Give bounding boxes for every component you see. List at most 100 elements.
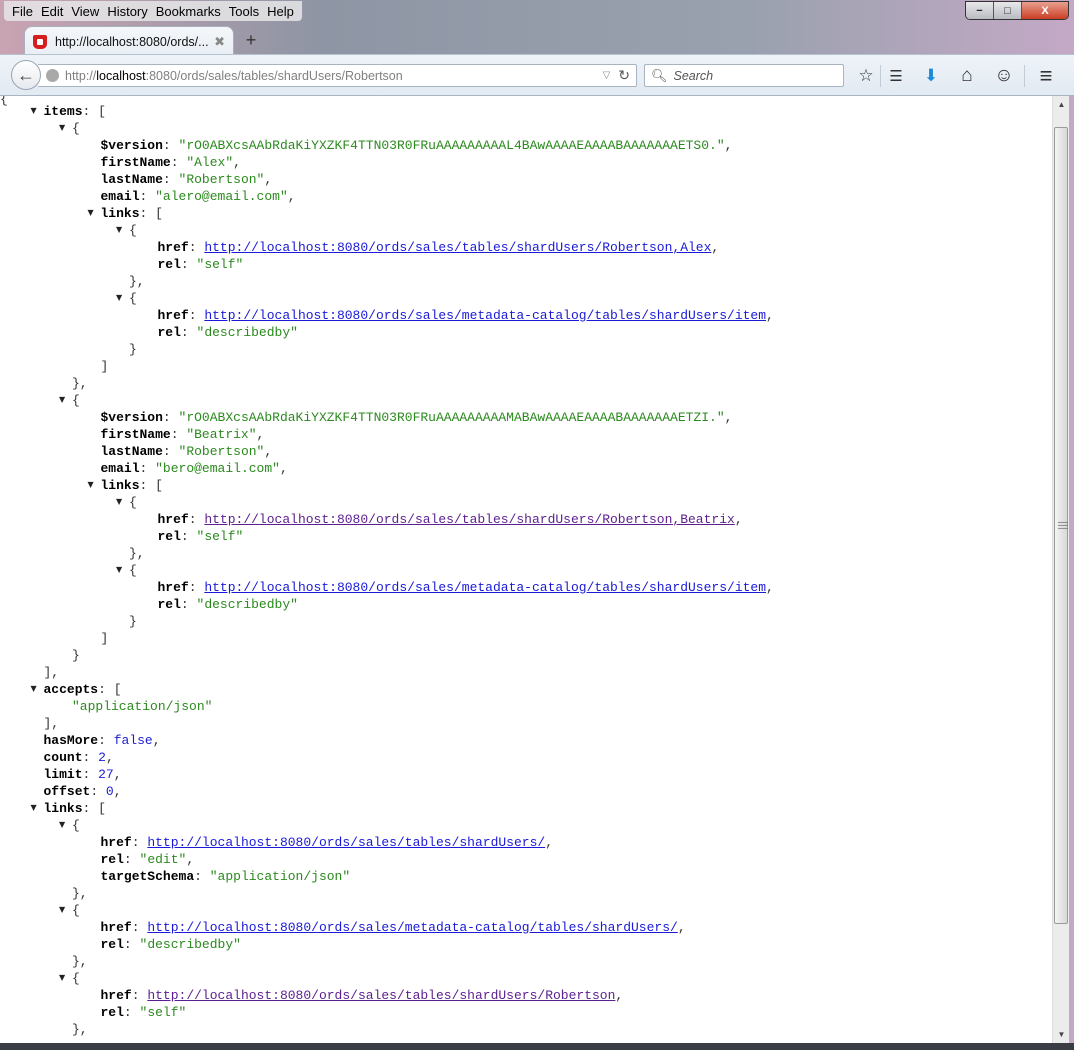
json-punctuation: : <box>188 512 205 527</box>
collapse-toggle-icon[interactable]: ▼ <box>59 391 65 408</box>
collapse-toggle-icon[interactable]: ▼ <box>116 561 122 578</box>
links-array: ▼ links: [ <box>0 799 1052 816</box>
link-object: ▼{ <box>0 816 1052 833</box>
first-name-row: firstName: "Alex", <box>0 153 1052 170</box>
search-input[interactable] <box>673 68 834 83</box>
json-punctuation: , <box>724 410 733 425</box>
toolbar-separator <box>1024 65 1025 87</box>
json-punctuation: ], <box>43 665 60 680</box>
menu-view[interactable]: View <box>67 4 103 19</box>
links-array-close: ] <box>0 629 1052 646</box>
downloads-icon[interactable]: ⬇ <box>920 65 942 87</box>
home-icon[interactable]: ⌂ <box>956 65 978 87</box>
collapse-toggle-icon[interactable]: ▼ <box>31 680 37 697</box>
collapse-toggle-icon[interactable]: ▼ <box>59 969 65 986</box>
link-object-close: }, <box>0 544 1052 561</box>
json-key: email <box>100 461 140 476</box>
json-string-value: "rO0ABXcsAAbRdaKiYXZKF4TTN03R0FRuAAAAAAA… <box>178 410 725 425</box>
json-punctuation: }, <box>72 954 88 969</box>
url-text[interactable]: http://localhost:8080/ords/sales/tables/… <box>65 69 603 83</box>
json-key: email <box>100 189 140 204</box>
json-punctuation: , <box>233 155 241 170</box>
scrollbar-thumb[interactable]: — — — <box>1054 127 1068 924</box>
json-key: href <box>157 580 189 595</box>
json-punctuation: }, <box>129 274 145 289</box>
collapse-toggle-icon[interactable]: ▼ <box>116 493 122 510</box>
json-href-link[interactable]: http://localhost:8080/ords/sales/tables/… <box>204 512 735 527</box>
bookmark-star-icon[interactable]: ☆ <box>855 65 877 87</box>
reload-icon[interactable]: ↻ <box>618 67 630 84</box>
json-punctuation: }, <box>72 1022 88 1037</box>
json-punctuation: : <box>123 852 140 867</box>
json-string-value: "alero@email.com" <box>155 189 288 204</box>
collapse-toggle-icon[interactable]: ▼ <box>59 901 65 918</box>
close-window-button[interactable]: X <box>1022 2 1068 19</box>
json-key: href <box>157 308 189 323</box>
collapse-toggle-icon[interactable]: ▼ <box>31 799 37 816</box>
collapse-toggle-icon[interactable]: ▼ <box>116 221 122 238</box>
json-href-link[interactable]: http://localhost:8080/ords/sales/tables/… <box>147 835 545 850</box>
json-string-value: "self" <box>196 529 244 544</box>
json-tree: {▼ items: [▼{$version: "rO0ABXcsAAbRdaKiY… <box>0 96 1052 1037</box>
json-string-value: "edit" <box>139 852 187 867</box>
collapse-toggle-icon[interactable]: ▼ <box>88 204 94 221</box>
back-button[interactable]: ← <box>11 60 41 90</box>
json-href-link[interactable]: http://localhost:8080/ords/sales/tables/… <box>147 988 615 1003</box>
json-viewer: {▼ items: [▼{$version: "rO0ABXcsAAbRdaKiY… <box>0 96 1052 1043</box>
json-punctuation: , <box>287 189 296 204</box>
collapse-toggle-icon[interactable]: ▼ <box>59 119 65 136</box>
email-row: email: "bero@email.com", <box>0 459 1052 476</box>
rel-row: rel: "describedby" <box>0 323 1052 340</box>
json-key: rel <box>100 937 124 952</box>
json-href-link[interactable]: http://localhost:8080/ords/sales/metadat… <box>147 920 678 935</box>
reading-list-icon[interactable]: ☰ <box>885 65 907 87</box>
toolbar-separator <box>880 65 881 87</box>
json-href-link[interactable]: http://localhost:8080/ords/sales/metadat… <box>204 308 766 323</box>
tab-active[interactable]: http://localhost:8080/ords/... ✖ <box>24 26 234 56</box>
json-key: targetSchema <box>100 869 195 884</box>
menu-tools[interactable]: Tools <box>225 4 263 19</box>
tab-close-icon[interactable]: ✖ <box>214 34 225 50</box>
json-punctuation: , <box>279 461 288 476</box>
search-bar[interactable]: 🔍︎ <box>644 64 844 87</box>
scroll-up-arrow-icon[interactable]: ▲ <box>1053 96 1070 113</box>
minimize-button[interactable]: − <box>966 2 994 19</box>
vertical-scrollbar[interactable]: ▲ — — — ▼ <box>1052 96 1069 1043</box>
json-punctuation: : <box>131 988 148 1003</box>
json-key: href <box>100 988 132 1003</box>
json-punctuation: : <box>188 308 205 323</box>
menu-file[interactable]: File <box>8 4 37 19</box>
json-href-link[interactable]: http://localhost:8080/ords/sales/metadat… <box>204 580 766 595</box>
menu-bookmarks[interactable]: Bookmarks <box>152 4 225 19</box>
url-bar[interactable]: http://localhost:8080/ords/sales/tables/… <box>38 64 637 87</box>
json-punctuation: : <box>123 937 140 952</box>
collapse-toggle-icon[interactable]: ▼ <box>88 476 94 493</box>
link-object: ▼{ <box>0 493 1052 510</box>
new-tab-button[interactable]: + <box>242 30 260 51</box>
href-row: href: http://localhost:8080/ords/sales/m… <box>0 578 1052 595</box>
count-row: count: 2, <box>0 748 1052 765</box>
menu-history[interactable]: History <box>103 4 151 19</box>
json-key-links: links <box>43 801 83 816</box>
scroll-down-arrow-icon[interactable]: ▼ <box>1053 1026 1070 1043</box>
link-object-close: }, <box>0 952 1052 969</box>
menu-edit[interactable]: Edit <box>37 4 67 19</box>
json-href-link[interactable]: http://localhost:8080/ords/sales/tables/… <box>204 240 711 255</box>
json-punctuation: , <box>113 784 122 799</box>
json-key: hasMore <box>43 733 99 748</box>
hamburger-menu-icon[interactable]: ≡ <box>1035 63 1057 88</box>
rel-row: rel: "describedby" <box>0 935 1052 952</box>
maximize-button[interactable]: □ <box>994 2 1022 19</box>
collapse-toggle-icon[interactable]: ▼ <box>31 102 37 119</box>
json-string-value: "describedby" <box>196 597 298 612</box>
collapse-toggle-icon[interactable]: ▼ <box>59 816 65 833</box>
scrollbar-grip-icon: — — — <box>1058 517 1068 534</box>
json-key: firstName <box>100 155 171 170</box>
rel-row: rel: "self" <box>0 527 1052 544</box>
history-dropdown-icon[interactable]: ▽ <box>603 70 611 81</box>
json-punctuation: : [ <box>139 206 163 221</box>
json-punctuation: , <box>734 512 743 527</box>
menu-help[interactable]: Help <box>263 4 298 19</box>
hello-chat-icon[interactable]: ☺ <box>993 65 1015 87</box>
collapse-toggle-icon[interactable]: ▼ <box>116 289 122 306</box>
